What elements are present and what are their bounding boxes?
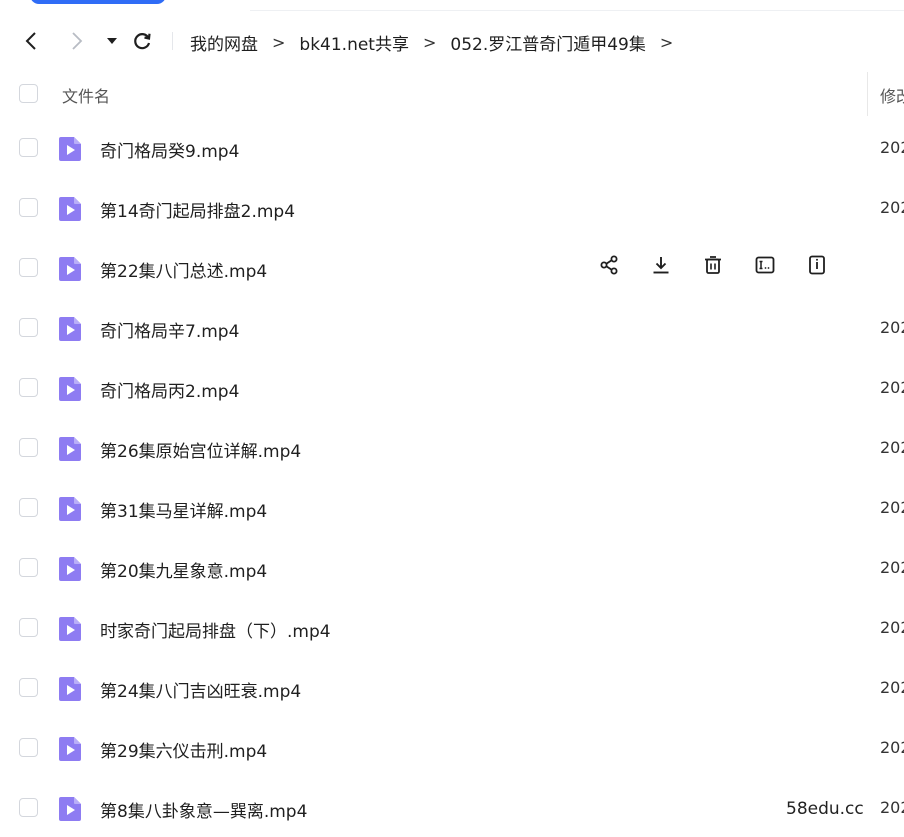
video-file-icon (58, 376, 82, 402)
rename-button[interactable] (752, 254, 778, 280)
breadcrumb-separator: > (422, 33, 437, 52)
file-row[interactable]: 第14奇门起局排盘2.mp4 202 (0, 178, 904, 238)
top-divider (250, 10, 904, 11)
file-row[interactable]: 奇门格局癸9.mp4 202 (0, 118, 904, 178)
row-checkbox[interactable] (19, 198, 38, 217)
row-checkbox[interactable] (19, 558, 38, 577)
breadcrumb-item-current-folder[interactable]: 052.罗江普奇门遁甲49集 (450, 30, 645, 55)
file-row[interactable]: 第29集六仪击刑.mp4 202 (0, 718, 904, 778)
breadcrumb-item-shared[interactable]: bk41.net共享 (299, 30, 409, 55)
file-list: 奇门格局癸9.mp4 202 第14奇门起局排盘2.mp4 202 第22集八门总述.m… (0, 118, 904, 837)
video-file-icon (58, 316, 82, 342)
primary-action-pill[interactable] (30, 0, 166, 4)
history-dropdown-button[interactable] (100, 29, 124, 53)
file-modified-date: 202 (880, 318, 904, 337)
file-row[interactable]: 第8集八卦象意—巽离.mp4 202 (0, 778, 904, 837)
file-row[interactable]: 第24集八门吉凶旺衰.mp4 202 (0, 658, 904, 718)
forward-button[interactable] (64, 29, 88, 53)
file-name[interactable]: 奇门格局丙2.mp4 (100, 377, 239, 402)
file-name[interactable]: 第14奇门起局排盘2.mp4 (100, 197, 295, 222)
download-icon (650, 254, 672, 280)
file-modified-date: 202 (880, 558, 904, 577)
column-header-name[interactable]: 文件名 (62, 83, 110, 107)
video-file-icon (58, 796, 82, 822)
file-modified-date: 202 (880, 498, 904, 517)
select-all-checkbox[interactable] (19, 84, 38, 103)
watermark: 58edu.cc (782, 799, 868, 819)
file-row[interactable]: 奇门格局丙2.mp4 202 (0, 358, 904, 418)
video-file-icon (58, 136, 82, 162)
file-name[interactable]: 第24集八门吉凶旺衰.mp4 (100, 677, 301, 702)
row-checkbox[interactable] (19, 498, 38, 517)
file-row[interactable]: 第20集九星象意.mp4 202 (0, 538, 904, 598)
file-modified-date: 202 (880, 138, 904, 157)
video-file-icon (58, 496, 82, 522)
file-modified-date: 202 (880, 438, 904, 457)
file-modified-date: 202 (880, 738, 904, 757)
file-name[interactable]: 第20集九星象意.mp4 (100, 557, 267, 582)
file-name[interactable]: 第29集六仪击刑.mp4 (100, 737, 267, 762)
file-name[interactable]: 第26集原始宫位详解.mp4 (100, 437, 301, 462)
row-checkbox[interactable] (19, 678, 38, 697)
breadcrumb: 我的网盘 > bk41.net共享 > 052.罗江普奇门遁甲49集 > (190, 30, 687, 55)
refresh-button[interactable] (130, 29, 154, 53)
chevron-left-icon (25, 32, 36, 50)
file-name[interactable]: 奇门格局辛7.mp4 (100, 317, 239, 342)
back-button[interactable] (20, 29, 44, 53)
file-name[interactable]: 奇门格局癸9.mp4 (100, 137, 239, 162)
details-button[interactable] (804, 254, 830, 280)
details-icon (806, 254, 828, 280)
nav-divider (172, 32, 173, 50)
file-name[interactable]: 第31集马星详解.mp4 (100, 497, 267, 522)
navigation-bar: 我的网盘 > bk41.net共享 > 052.罗江普奇门遁甲49集 > (0, 22, 904, 60)
video-file-icon (58, 736, 82, 762)
file-name[interactable]: 第8集八卦象意—巽离.mp4 (100, 797, 307, 822)
video-file-icon (58, 616, 82, 642)
file-row[interactable]: 第31集马星详解.mp4 202 (0, 478, 904, 538)
file-row[interactable]: 第22集八门总述.mp4 (0, 238, 904, 298)
file-modified-date: 202 (880, 378, 904, 397)
delete-button[interactable] (700, 254, 726, 280)
row-action-bar (596, 254, 856, 280)
rename-icon (754, 254, 776, 280)
share-icon (598, 254, 620, 280)
row-checkbox[interactable] (19, 138, 38, 157)
file-row[interactable]: 奇门格局辛7.mp4 202 (0, 298, 904, 358)
row-checkbox[interactable] (19, 618, 38, 637)
video-file-icon (58, 556, 82, 582)
refresh-icon (134, 33, 151, 50)
row-checkbox[interactable] (19, 378, 38, 397)
caret-down-icon (107, 38, 117, 44)
file-name[interactable]: 第22集八门总述.mp4 (100, 257, 267, 282)
row-checkbox[interactable] (19, 798, 38, 817)
breadcrumb-separator[interactable]: > (660, 33, 673, 52)
breadcrumb-item-my-drive[interactable]: 我的网盘 (190, 30, 258, 55)
chevron-right-icon (72, 32, 83, 50)
row-checkbox[interactable] (19, 258, 38, 277)
column-header-modified[interactable]: 修改 (880, 83, 904, 107)
breadcrumb-separator: > (272, 33, 286, 52)
download-button[interactable] (648, 254, 674, 280)
top-strip (0, 0, 904, 12)
video-file-icon (58, 256, 82, 282)
file-modified-date: 202 (880, 198, 904, 217)
delete-icon (702, 254, 724, 280)
video-file-icon (58, 436, 82, 462)
file-modified-date: 202 (880, 678, 904, 697)
video-file-icon (58, 676, 82, 702)
file-name[interactable]: 时家奇门起局排盘（下）.mp4 (100, 617, 331, 642)
share-button[interactable] (596, 254, 622, 280)
file-row[interactable]: 第26集原始宫位详解.mp4 202 (0, 418, 904, 478)
file-modified-date: 202 (880, 618, 904, 637)
file-row[interactable]: 时家奇门起局排盘（下）.mp4 202 (0, 598, 904, 658)
video-file-icon (58, 196, 82, 222)
column-divider[interactable] (867, 72, 868, 116)
file-list-header: 文件名 修改 (0, 72, 904, 116)
row-checkbox[interactable] (19, 738, 38, 757)
file-modified-date: 202 (880, 798, 904, 817)
row-checkbox[interactable] (19, 318, 38, 337)
row-checkbox[interactable] (19, 438, 38, 457)
